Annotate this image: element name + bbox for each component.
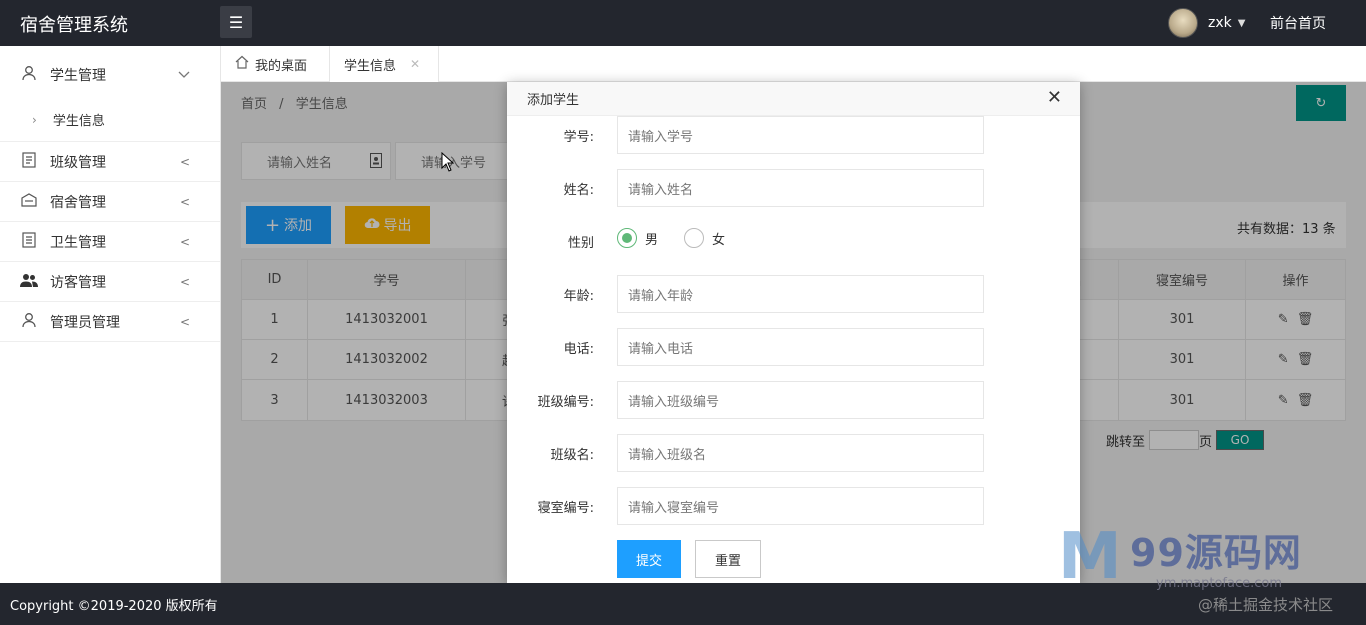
add-student-dialog: 添加学生 ✕ 学号: 请输入学号 姓名: 请输入姓名 性别 男 女 年龄: 请输… (507, 82, 1080, 583)
dorm-icon (20, 192, 38, 211)
input-placeholder: 请输入学号 (628, 129, 694, 145)
field-label: 年龄: (563, 289, 594, 304)
input-placeholder: 请输入寝室编号 (628, 500, 720, 516)
class-no-input[interactable]: 请输入班级编号 (617, 381, 984, 419)
mouse-cursor-icon (441, 152, 455, 172)
sidebar-item-hygiene[interactable]: 卫生管理 < (0, 222, 220, 262)
field-label: 寝室编号: (537, 501, 594, 516)
home-icon (235, 55, 249, 73)
radio-label[interactable]: 男 (645, 229, 658, 248)
tab-label: 我的桌面 (255, 58, 308, 74)
sidebar-item-label: 管理员管理 (50, 314, 120, 331)
input-placeholder: 请输入电话 (628, 341, 694, 357)
class-icon (20, 151, 38, 172)
field-label: 学号: (563, 130, 594, 145)
form-row-room-no: 寝室编号: 请输入寝室编号 (507, 487, 1080, 525)
radio-label[interactable]: 女 (712, 229, 725, 248)
form-row-phone: 电话: 请输入电话 (507, 328, 1080, 366)
chevron-left-icon: < (179, 314, 190, 329)
gender-radio-group: 男 女 (617, 228, 751, 248)
gender-male-radio[interactable] (617, 228, 637, 248)
menu-toggle-button[interactable]: ☰ (220, 6, 252, 38)
user-menu[interactable]: zxk ▼ (1168, 8, 1245, 38)
field-label: 电话: (563, 342, 594, 357)
close-icon[interactable]: ✕ (410, 57, 420, 71)
chevron-left-icon: < (179, 194, 190, 209)
tab-student-info[interactable]: 学生信息 ✕ (329, 46, 439, 82)
sidebar: 学生管理 › 学生信息 班级管理 < 宿舍管理 < 卫生管理 < 访客管理 < (0, 46, 221, 583)
visitors-icon (20, 273, 38, 291)
sidebar-item-label: 卫生管理 (50, 234, 106, 251)
close-icon[interactable]: ✕ (1047, 87, 1062, 108)
sidebar-item-visitors[interactable]: 访客管理 < (0, 262, 220, 302)
sidebar-item-students[interactable]: 学生管理 (0, 46, 220, 98)
sidebar-item-admins[interactable]: 管理员管理 < (0, 302, 220, 342)
input-placeholder: 请输入姓名 (628, 182, 694, 198)
caret-down-icon[interactable]: ▼ (1238, 18, 1246, 29)
reset-button[interactable]: 重置 (695, 540, 761, 578)
chevron-right-icon: › (32, 112, 37, 127)
sidebar-subitem-label: 学生信息 (52, 114, 105, 129)
tab-label: 学生信息 (344, 58, 397, 74)
chevron-left-icon: < (179, 154, 190, 169)
age-input[interactable]: 请输入年龄 (617, 275, 984, 313)
form-row-no: 学号: 请输入学号 (507, 116, 1080, 154)
chevron-left-icon: < (179, 234, 190, 249)
sidebar-item-label: 宿舍管理 (50, 194, 106, 211)
input-placeholder: 请输入班级编号 (628, 394, 720, 410)
user-icon (20, 65, 38, 85)
submit-button[interactable]: 提交 (617, 540, 681, 578)
class-name-input[interactable]: 请输入班级名 (617, 434, 984, 472)
student-no-input[interactable]: 请输入学号 (617, 116, 984, 154)
room-no-input[interactable]: 请输入寝室编号 (617, 487, 984, 525)
username[interactable]: zxk (1208, 15, 1232, 31)
chevron-down-icon (178, 68, 190, 82)
chevron-left-icon: < (179, 274, 190, 289)
tab-desktop[interactable]: 我的桌面 (235, 46, 307, 82)
top-header: 宿舍管理系统 ☰ zxk ▼ 前台首页 (0, 0, 1366, 46)
admin-icon (20, 312, 38, 332)
form-row-gender: 性别 男 女 (507, 222, 1080, 260)
field-label: 姓名: (563, 183, 594, 198)
field-label: 性别 (567, 236, 594, 251)
form-row-name: 姓名: 请输入姓名 (507, 169, 1080, 207)
gender-female-radio[interactable] (684, 228, 705, 248)
form-row-class-no: 班级编号: 请输入班级编号 (507, 381, 1080, 419)
form-row-class-name: 班级名: 请输入班级名 (507, 434, 1080, 472)
field-label: 班级编号: (537, 395, 594, 410)
sidebar-subitem-student-info[interactable]: › 学生信息 (0, 98, 220, 142)
sidebar-item-label: 学生管理 (50, 68, 106, 84)
sidebar-item-label: 访客管理 (50, 274, 106, 291)
dialog-header: 添加学生 ✕ (507, 82, 1080, 116)
app-title: 宿舍管理系统 (20, 15, 128, 36)
phone-input[interactable]: 请输入电话 (617, 328, 984, 366)
avatar[interactable] (1168, 8, 1198, 38)
input-placeholder: 请输入年龄 (628, 288, 694, 304)
hygiene-icon (20, 231, 38, 252)
dialog-title: 添加学生 (527, 93, 580, 108)
sidebar-item-classes[interactable]: 班级管理 < (0, 142, 220, 182)
footer: Copyright ©2019-2020 版权所有 (0, 583, 1366, 625)
input-placeholder: 请输入班级名 (628, 447, 707, 463)
field-label: 班级名: (550, 448, 594, 463)
tab-bar: 我的桌面 学生信息 ✕ (221, 46, 1366, 82)
front-home-link[interactable]: 前台首页 (1270, 13, 1326, 33)
copyright-text: Copyright ©2019-2020 版权所有 (10, 598, 218, 614)
form-row-age: 年龄: 请输入年龄 (507, 275, 1080, 313)
sidebar-item-label: 班级管理 (50, 154, 106, 171)
sidebar-item-dorms[interactable]: 宿舍管理 < (0, 182, 220, 222)
student-name-input[interactable]: 请输入姓名 (617, 169, 984, 207)
hamburger-icon: ☰ (228, 12, 244, 32)
